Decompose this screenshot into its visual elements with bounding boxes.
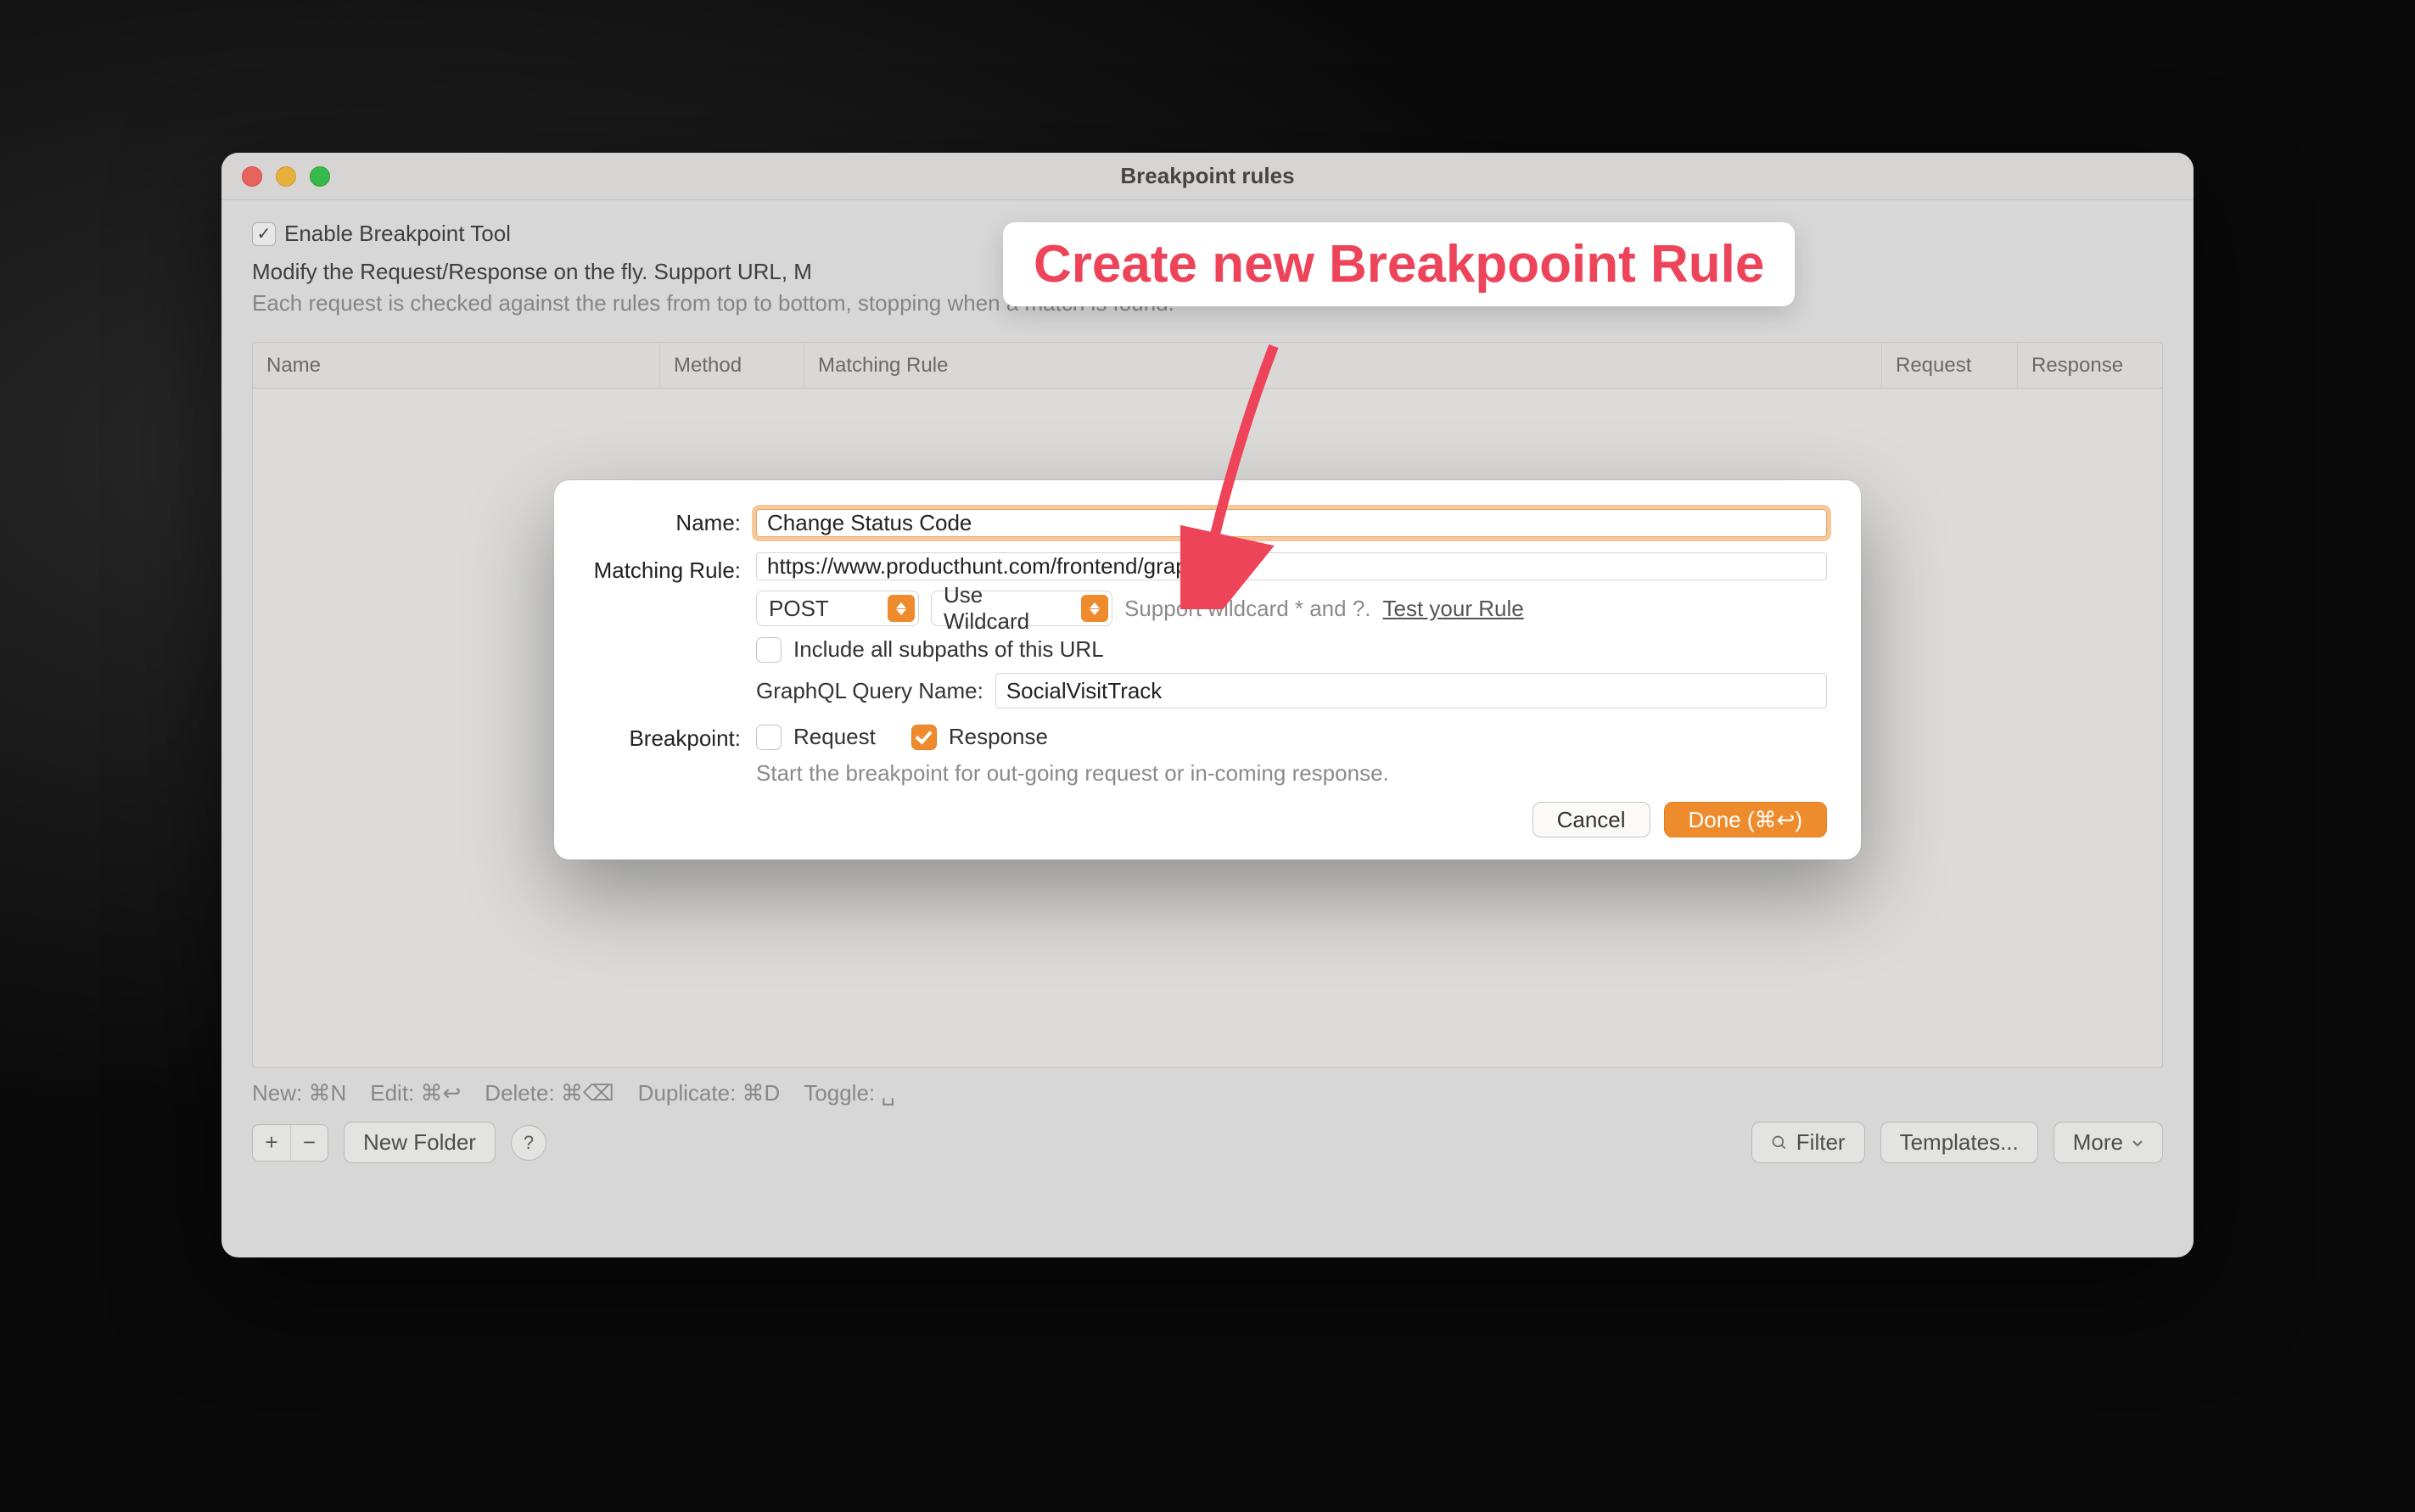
breakpoint-request-checkbox[interactable]: [756, 725, 782, 750]
matching-rule-label: Matching Rule:: [588, 552, 756, 584]
enable-breakpoint-label: Enable Breakpoint Tool: [284, 221, 511, 247]
breakpoint-rules-window: Breakpoint rules ✓ Enable Breakpoint Too…: [221, 153, 2194, 1257]
remove-rule-button[interactable]: −: [290, 1125, 328, 1161]
name-label: Name:: [588, 510, 756, 536]
more-label: More: [2073, 1129, 2123, 1156]
search-icon: [1771, 1134, 1788, 1151]
wildcard-hint: Support wildcard * and ?.: [1124, 596, 1371, 622]
titlebar: Breakpoint rules: [221, 153, 2194, 200]
breakpoint-response-checkbox[interactable]: [911, 725, 937, 750]
shortcut-toggle: Toggle: ␣: [804, 1080, 895, 1106]
annotation-callout: Create new Breakpooint Rule: [1003, 222, 1795, 306]
graphql-query-input[interactable]: [995, 673, 1827, 708]
test-rule-link[interactable]: Test your Rule: [1383, 596, 1524, 622]
name-input[interactable]: [756, 509, 1827, 537]
done-button[interactable]: Done (⌘↩): [1664, 802, 1827, 837]
stepper-icon: [888, 595, 915, 622]
breakpoint-hint: Start the breakpoint for out-going reque…: [756, 760, 1827, 787]
column-request[interactable]: Request: [1882, 343, 2018, 388]
column-name[interactable]: Name: [253, 343, 660, 388]
create-breakpoint-rule-dialog: Name: Matching Rule: POST Use Wildcard: [554, 480, 1861, 860]
footer-bar: + − New Folder ? Filter Templates... Mor…: [221, 1106, 2194, 1163]
chevron-down-icon: [2132, 1137, 2143, 1149]
new-folder-button[interactable]: New Folder: [344, 1122, 496, 1163]
help-button[interactable]: ?: [511, 1125, 546, 1161]
filter-label: Filter: [1796, 1129, 1846, 1156]
column-method[interactable]: Method: [660, 343, 804, 388]
matching-rule-input[interactable]: [756, 552, 1827, 580]
shortcut-delete: Delete: ⌘⌫: [485, 1080, 614, 1106]
breakpoint-response-label: Response: [949, 724, 1048, 750]
method-select-value: POST: [769, 596, 829, 622]
shortcut-duplicate: Duplicate: ⌘D: [638, 1080, 781, 1106]
shortcut-new: New: ⌘N: [252, 1080, 346, 1106]
add-rule-button[interactable]: +: [253, 1125, 290, 1161]
enable-breakpoint-checkbox[interactable]: ✓: [252, 222, 276, 246]
window-title: Breakpoint rules: [221, 163, 2194, 189]
filter-button[interactable]: Filter: [1751, 1122, 1865, 1163]
method-select[interactable]: POST: [756, 591, 919, 626]
column-response[interactable]: Response: [2018, 343, 2162, 388]
templates-button[interactable]: Templates...: [1880, 1122, 2038, 1163]
shortcut-edit: Edit: ⌘↩: [370, 1080, 461, 1106]
add-remove-segment: + −: [252, 1124, 328, 1162]
cancel-button[interactable]: Cancel: [1532, 802, 1650, 837]
table-header-row: Name Method Matching Rule Request Respon…: [253, 343, 2162, 389]
breakpoint-label: Breakpoint:: [588, 724, 756, 752]
column-matching-rule[interactable]: Matching Rule: [804, 343, 1882, 388]
shortcut-hints: New: ⌘N Edit: ⌘↩ Delete: ⌘⌫ Duplicate: ⌘…: [221, 1068, 2194, 1106]
more-button[interactable]: More: [2054, 1122, 2163, 1163]
breakpoint-request-label: Request: [793, 724, 876, 750]
wildcard-select-value: Use Wildcard: [944, 582, 1073, 635]
graphql-query-label: GraphQL Query Name:: [756, 678, 983, 704]
stepper-icon: [1081, 595, 1108, 622]
include-subpaths-checkbox[interactable]: [756, 637, 782, 663]
include-subpaths-label: Include all subpaths of this URL: [793, 636, 1104, 663]
wildcard-select[interactable]: Use Wildcard: [931, 591, 1112, 626]
